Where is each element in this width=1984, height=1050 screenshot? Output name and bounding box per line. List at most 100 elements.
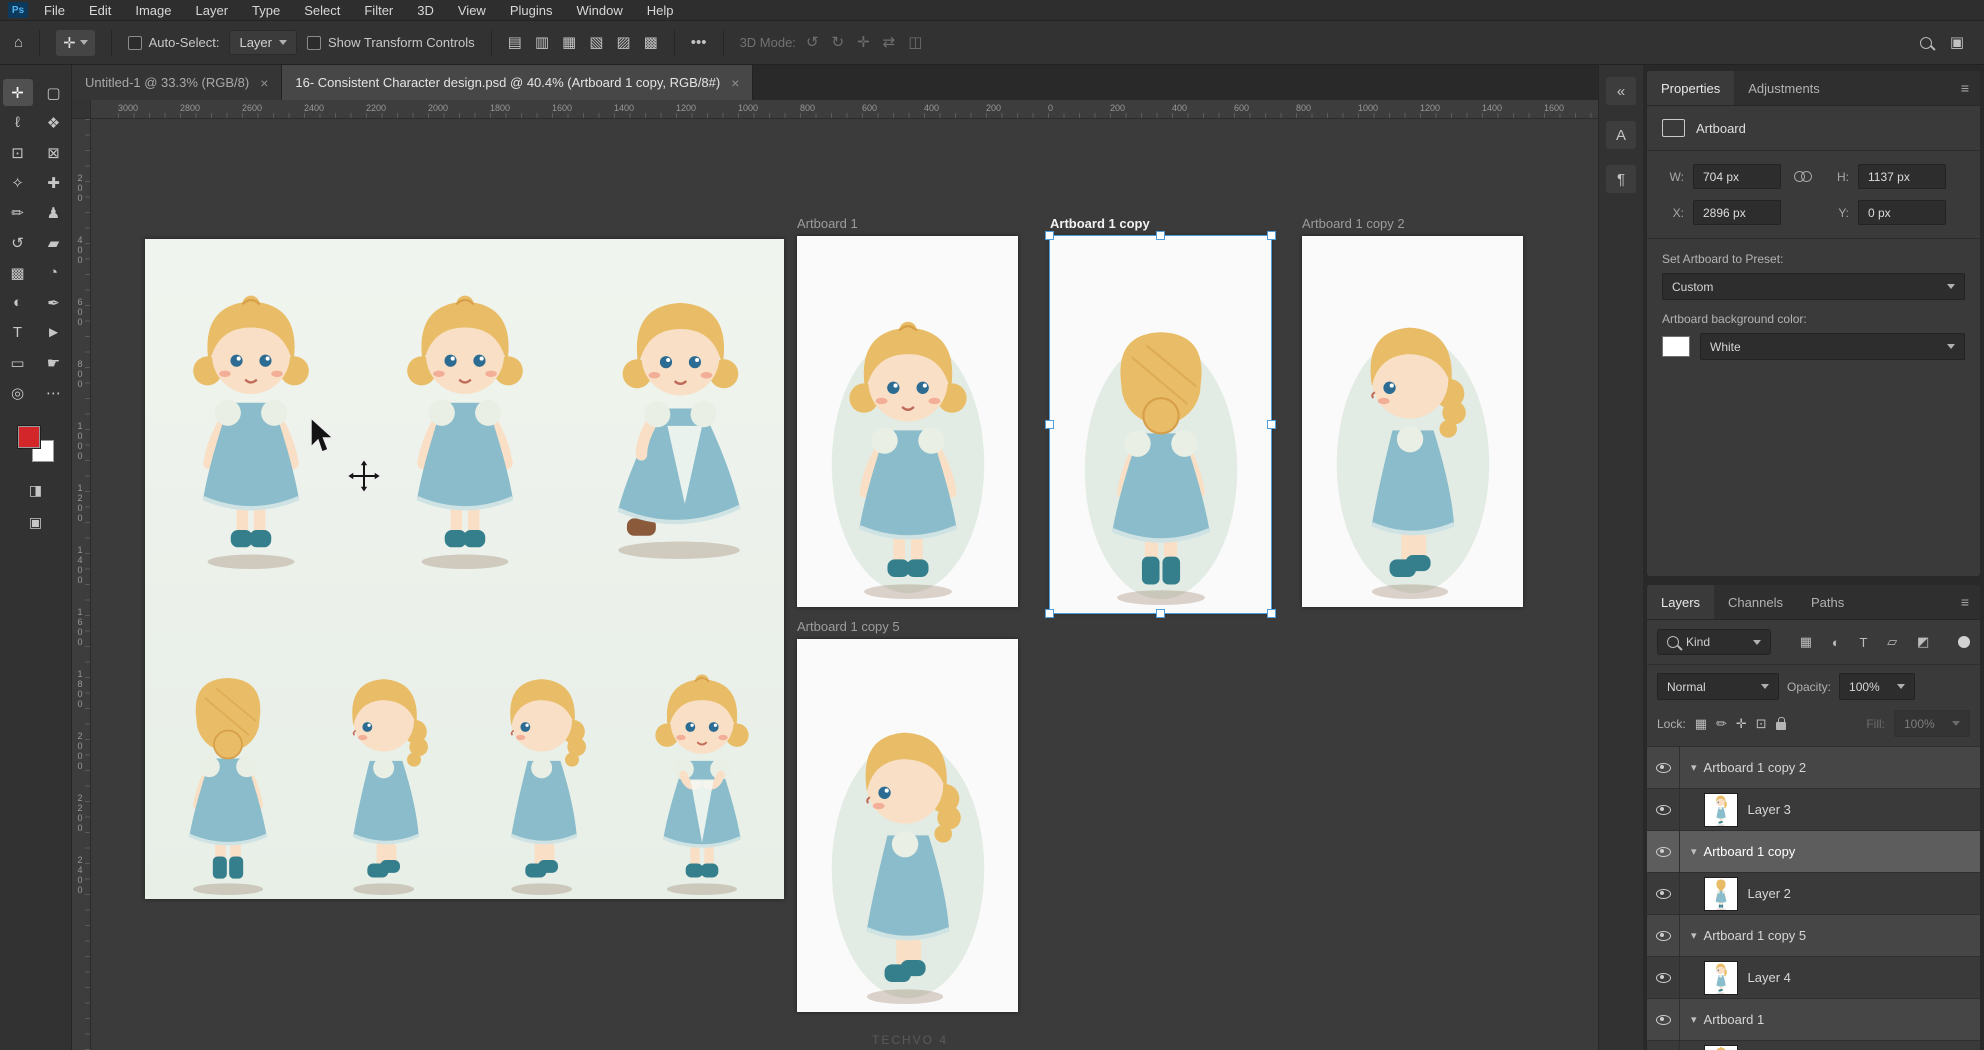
artboard-surface[interactable] <box>797 639 1018 1012</box>
clone-stamp-tool[interactable]: ♟ <box>39 199 69 226</box>
expand-chevron-icon[interactable]: ▾ <box>1691 929 1697 942</box>
layer-row[interactable]: ▾ Artboard 1 <box>1647 999 1980 1041</box>
eraser-tool[interactable]: ▰ <box>39 229 69 256</box>
layer-row[interactable]: ▾ Layer 4 <box>1647 957 1980 999</box>
rectangle-tool[interactable]: ▭ <box>3 349 33 376</box>
character-panel-icon[interactable]: A <box>1606 121 1636 149</box>
selection-handle[interactable] <box>1156 609 1165 618</box>
height-input[interactable]: 1137 px <box>1858 164 1946 189</box>
align-options-icon[interactable]: ▩ <box>644 35 658 50</box>
menu-item[interactable]: 3D <box>417 3 434 18</box>
artboard[interactable]: Artboard 1 copy 5 <box>797 610 1018 1012</box>
document-tab[interactable]: Untitled-1 @ 33.3% (RGB/8) × <box>72 65 282 100</box>
dodge-tool[interactable]: ◐ <box>3 289 33 316</box>
lock-pixels-icon[interactable]: ✏ <box>1716 716 1727 732</box>
eyedropper-tool[interactable]: ✧ <box>3 169 33 196</box>
artboard[interactable]: Artboard 1 copy <box>1050 207 1271 613</box>
foreground-color-swatch[interactable] <box>18 426 40 448</box>
frame-tool[interactable]: ⊠ <box>39 139 69 166</box>
artboard-surface[interactable] <box>797 236 1018 607</box>
filter-adjustment-layers-icon[interactable]: ◐ <box>1832 635 1840 650</box>
menu-item[interactable]: Edit <box>89 3 111 18</box>
edit-toolbar-icon[interactable]: ⋯ <box>39 379 69 406</box>
menu-item[interactable]: Plugins <box>510 3 553 18</box>
panel-tab[interactable]: Layers <box>1647 585 1714 619</box>
workspace-switcher-icon[interactable]: ▣ <box>1950 35 1964 50</box>
lock-all-icon[interactable] <box>1776 722 1786 730</box>
lock-transparency-icon[interactable]: ▦ <box>1695 716 1707 732</box>
healing-brush-tool[interactable]: ✚ <box>39 169 69 196</box>
crop-tool[interactable]: ⊡ <box>3 139 33 166</box>
y-position-input[interactable]: 0 px <box>1858 200 1946 225</box>
align-right-icon[interactable]: ▦ <box>562 35 576 50</box>
artboard-surface[interactable] <box>1050 236 1271 613</box>
reference-image[interactable] <box>145 239 784 899</box>
search-icon[interactable] <box>1920 37 1932 49</box>
artboard-surface[interactable] <box>1302 236 1523 607</box>
visibility-toggle[interactable] <box>1647 915 1680 956</box>
panel-tab[interactable]: Properties <box>1647 71 1734 105</box>
width-input[interactable]: 704 px <box>1693 164 1781 189</box>
opacity-input[interactable]: 100% <box>1839 673 1915 700</box>
link-dimensions-icon[interactable] <box>1790 171 1818 182</box>
visibility-toggle[interactable] <box>1647 789 1680 830</box>
selection-handle[interactable] <box>1267 609 1276 618</box>
path-selection-tool[interactable]: ► <box>39 319 69 346</box>
selection-handle[interactable] <box>1045 231 1054 240</box>
panel-menu-icon[interactable]: ≡ <box>1950 585 1980 619</box>
collapse-panels-icon[interactable]: « <box>1606 77 1636 105</box>
menu-item[interactable]: View <box>458 3 486 18</box>
panel-tab[interactable]: Adjustments <box>1734 71 1834 105</box>
layer-row[interactable]: ▾ Layer 3 <box>1647 789 1980 831</box>
blur-tool[interactable]: ◔ <box>39 259 69 286</box>
menu-item[interactable]: Window <box>576 3 622 18</box>
auto-select-target-dropdown[interactable]: Layer <box>229 30 297 55</box>
filter-smart-objects-icon[interactable]: ◩ <box>1917 634 1929 650</box>
blend-mode-dropdown[interactable]: Normal <box>1657 673 1779 700</box>
more-options-icon[interactable]: ••• <box>691 35 707 50</box>
menu-item[interactable]: File <box>44 3 65 18</box>
layer-row[interactable]: ▾ Layer 1 <box>1647 1041 1980 1050</box>
menu-item[interactable]: Layer <box>196 3 229 18</box>
filter-pixel-layers-icon[interactable]: ▦ <box>1800 634 1812 650</box>
artboard-label[interactable]: Artboard 1 copy 5 <box>797 610 1018 639</box>
visibility-toggle[interactable] <box>1647 1041 1680 1050</box>
visibility-toggle[interactable] <box>1647 999 1680 1040</box>
auto-select-checkbox[interactable]: Auto-Select: <box>128 35 220 50</box>
menu-item[interactable]: Select <box>304 3 340 18</box>
filter-toggle-icon[interactable] <box>1958 636 1970 648</box>
visibility-toggle[interactable] <box>1647 873 1680 914</box>
selection-handle[interactable] <box>1267 420 1276 429</box>
document-tab[interactable]: 16- Consistent Character design.psd @ 40… <box>282 65 753 100</box>
filter-shape-layers-icon[interactable]: ▱ <box>1887 634 1897 650</box>
lock-position-icon[interactable]: ✛ <box>1736 716 1747 732</box>
move-tool[interactable]: ✛ <box>3 79 33 106</box>
menu-item[interactable]: Help <box>647 3 674 18</box>
artboard-label[interactable]: Artboard 1 <box>797 207 1018 236</box>
screen-mode-icon[interactable]: ▣ <box>29 512 42 532</box>
panel-tab[interactable]: Channels <box>1714 585 1797 619</box>
layer-filter-dropdown[interactable]: Kind <box>1657 629 1771 655</box>
distribute-horizontal-icon[interactable]: ▧ <box>589 35 603 50</box>
artboard-background-swatch[interactable] <box>1662 336 1690 357</box>
close-tab-icon[interactable]: × <box>260 75 268 91</box>
color-swatches[interactable] <box>18 426 54 462</box>
expand-chevron-icon[interactable]: ▾ <box>1691 761 1697 774</box>
selection-handle[interactable] <box>1045 609 1054 618</box>
active-tool-icon[interactable]: ✛ <box>56 30 95 56</box>
layer-row[interactable]: ▾ Layer 2 <box>1647 873 1980 915</box>
layer-row[interactable]: ▾ Artboard 1 copy 5 <box>1647 915 1980 957</box>
hand-tool[interactable]: ☛ <box>39 349 69 376</box>
history-brush-tool[interactable]: ↺ <box>3 229 33 256</box>
zoom-tool[interactable]: ◎ <box>3 379 33 406</box>
artboard-background-dropdown[interactable]: White <box>1700 333 1965 360</box>
distribute-vertical-icon[interactable]: ▨ <box>616 35 630 50</box>
artboard[interactable]: Artboard 1 <box>797 207 1018 607</box>
home-icon[interactable]: ⌂ <box>14 35 23 50</box>
visibility-toggle[interactable] <box>1647 831 1680 872</box>
show-transform-controls-checkbox[interactable]: Show Transform Controls <box>307 35 475 50</box>
visibility-toggle[interactable] <box>1647 747 1680 788</box>
quick-mask-icon[interactable]: ◨ <box>29 480 42 500</box>
layer-row[interactable]: ▾ Artboard 1 copy <box>1647 831 1980 873</box>
rectangular-marquee-tool[interactable]: ▢ <box>39 79 69 106</box>
